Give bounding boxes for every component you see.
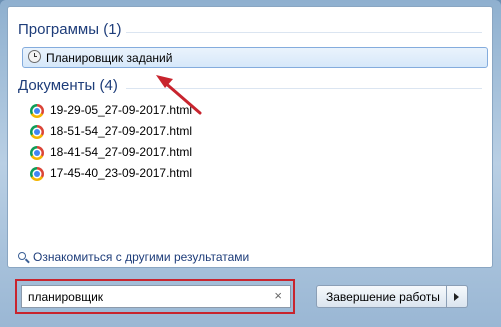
start-menu: Программы (1) Планировщик заданий Докуме… (0, 0, 501, 327)
annotation-arrow (156, 75, 202, 115)
